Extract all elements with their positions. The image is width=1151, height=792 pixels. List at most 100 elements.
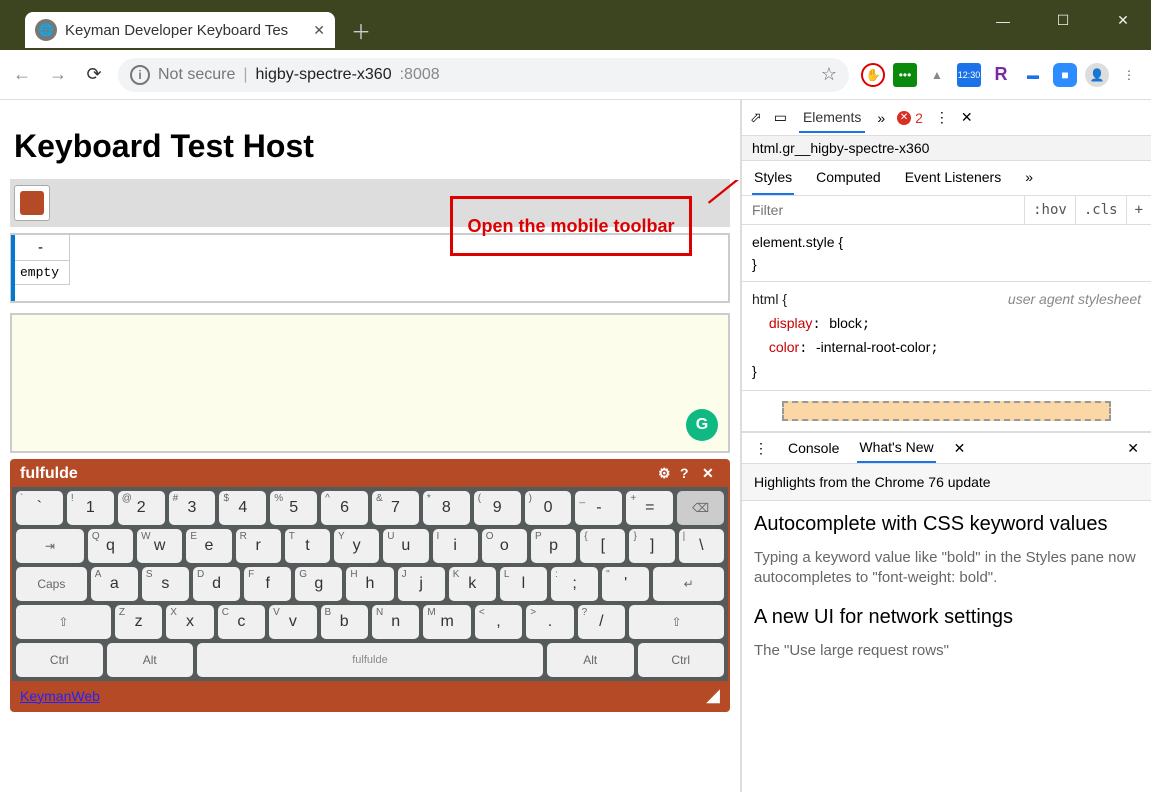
inspect-icon[interactable]: ⬀ xyxy=(750,109,762,126)
browser-menu-icon[interactable]: ⋮ xyxy=(1117,63,1141,87)
close-keyboard-icon[interactable]: ✕ xyxy=(702,465,720,483)
drawer-menu-icon[interactable]: ⋮ xyxy=(752,434,770,463)
key-6[interactable]: ^6 xyxy=(321,491,368,525)
shift-key-l[interactable]: ⇧ xyxy=(16,605,111,639)
key-w[interactable]: Ww xyxy=(137,529,182,563)
devtools-menu-icon[interactable]: ⋮ xyxy=(935,109,949,126)
shift-key[interactable]: ⇧ xyxy=(629,605,724,639)
gear-icon[interactable]: ⚙ xyxy=(658,465,676,483)
tab-event-listeners[interactable]: Event Listeners xyxy=(903,161,1004,195)
dom-breadcrumb[interactable]: html.gr__higby-spectre-x360 xyxy=(742,136,1151,161)
site-info-icon[interactable]: i xyxy=(130,65,150,85)
maximize-button[interactable]: ☐ xyxy=(1043,8,1083,33)
key-4[interactable]: $4 xyxy=(219,491,266,525)
key-n[interactable]: Nn xyxy=(372,605,419,639)
key-\[interactable]: |\ xyxy=(679,529,724,563)
tab-whats-new[interactable]: What's New xyxy=(857,433,935,463)
ctrl-key[interactable]: Ctrl xyxy=(16,643,103,677)
key-y[interactable]: Yy xyxy=(334,529,379,563)
key-f[interactable]: Ff xyxy=(244,567,291,601)
textarea[interactable]: G xyxy=(10,313,730,453)
key-x[interactable]: Xx xyxy=(166,605,213,639)
key-[[interactable]: {[ xyxy=(580,529,625,563)
keyman-tile-button[interactable] xyxy=(14,185,50,221)
drive-icon[interactable]: ▲ xyxy=(925,63,949,87)
style-rule-element[interactable]: element.style {} xyxy=(742,225,1151,282)
avatar-icon[interactable]: 👤 xyxy=(1085,63,1109,87)
key-/[interactable]: ?/ xyxy=(578,605,625,639)
key-j[interactable]: Jj xyxy=(398,567,445,601)
key-'[interactable]: "' xyxy=(602,567,649,601)
reload-button[interactable]: ⟳ xyxy=(82,64,106,85)
address-bar[interactable]: i Not secure | higby-spectre-x360:8008 ☆ xyxy=(118,58,849,92)
capslock-key[interactable]: Caps xyxy=(16,567,87,601)
bookmark-icon[interactable]: ☆ xyxy=(821,64,837,85)
ctrl-key-r[interactable]: Ctrl xyxy=(638,643,725,677)
space-key[interactable]: fulfulde xyxy=(197,643,543,677)
minimize-button[interactable]: — xyxy=(983,8,1023,33)
close-window-button[interactable]: ✕ xyxy=(1103,8,1143,33)
key-k[interactable]: Kk xyxy=(449,567,496,601)
browser-tab[interactable]: 🌐 Keyman Developer Keyboard Tes ✕ xyxy=(25,12,335,48)
key-d[interactable]: Dd xyxy=(193,567,240,601)
key-t[interactable]: Tt xyxy=(285,529,330,563)
more-style-tabs[interactable]: » xyxy=(1023,161,1035,195)
forward-button[interactable]: → xyxy=(46,64,70,85)
close-drawer-icon[interactable]: ✕ xyxy=(1125,434,1141,463)
key-7[interactable]: &7 xyxy=(372,491,419,525)
key-8[interactable]: *8 xyxy=(423,491,470,525)
key-2[interactable]: @2 xyxy=(118,491,165,525)
help-icon[interactable]: ? xyxy=(680,465,698,483)
tab-close-icon[interactable]: ✕ xyxy=(313,22,325,39)
key-b[interactable]: Bb xyxy=(321,605,368,639)
hov-button[interactable]: :hov xyxy=(1024,196,1075,224)
keymanweb-link[interactable]: KeymanWeb xyxy=(20,688,100,704)
extension-badge[interactable]: 12:30 xyxy=(957,63,981,87)
style-rule-html[interactable]: html {user agent stylesheet display: blo… xyxy=(742,282,1151,391)
key-a[interactable]: Aa xyxy=(91,567,138,601)
key-m[interactable]: Mm xyxy=(423,605,470,639)
grammarly-icon[interactable]: G xyxy=(686,409,718,441)
backspace-key[interactable]: ⌫ xyxy=(677,491,724,525)
key-s[interactable]: Ss xyxy=(142,567,189,601)
key-.[interactable]: >. xyxy=(526,605,573,639)
key-q[interactable]: Qq xyxy=(88,529,133,563)
close-whats-new-icon[interactable]: ✕ xyxy=(952,434,968,463)
key-u[interactable]: Uu xyxy=(383,529,428,563)
key-o[interactable]: Oo xyxy=(482,529,527,563)
key-5[interactable]: %5 xyxy=(270,491,317,525)
key-][interactable]: }] xyxy=(629,529,674,563)
ublock-icon[interactable]: ✋ xyxy=(861,63,885,87)
key-`[interactable]: `` xyxy=(16,491,63,525)
zoom-icon[interactable]: ■ xyxy=(1053,63,1077,87)
tab-console[interactable]: Console xyxy=(786,434,841,462)
key-0[interactable]: )0 xyxy=(525,491,572,525)
devtools-close-icon[interactable]: ✕ xyxy=(961,109,973,126)
add-rule-button[interactable]: + xyxy=(1126,196,1151,224)
error-count[interactable]: ✕2 xyxy=(897,110,923,126)
extension-r-icon[interactable]: R xyxy=(989,63,1013,87)
new-tab-button[interactable]: ＋ xyxy=(347,16,375,44)
lastpass-icon[interactable]: ••• xyxy=(893,63,917,87)
key-l[interactable]: Ll xyxy=(500,567,547,601)
key-1[interactable]: !1 xyxy=(67,491,114,525)
more-tabs-icon[interactable]: » xyxy=(877,110,885,126)
chat-icon[interactable]: ▬ xyxy=(1021,63,1045,87)
key-,[interactable]: <, xyxy=(475,605,522,639)
key-r[interactable]: Rr xyxy=(236,529,281,563)
enter-key[interactable]: ↵ xyxy=(653,567,724,601)
alt-key-r[interactable]: Alt xyxy=(547,643,634,677)
tab-computed[interactable]: Computed xyxy=(814,161,883,195)
alt-key[interactable]: Alt xyxy=(107,643,194,677)
key--[interactable]: _- xyxy=(575,491,622,525)
resize-handle-icon[interactable]: ◢ xyxy=(706,685,720,706)
key-g[interactable]: Gg xyxy=(295,567,342,601)
key-p[interactable]: Pp xyxy=(531,529,576,563)
tab-elements[interactable]: Elements xyxy=(799,103,865,133)
tab-key[interactable]: ⇥ xyxy=(16,529,84,563)
key-e[interactable]: Ee xyxy=(186,529,231,563)
key-v[interactable]: Vv xyxy=(269,605,316,639)
key-3[interactable]: #3 xyxy=(169,491,216,525)
device-toolbar-icon[interactable]: ▭ xyxy=(774,109,787,126)
key-c[interactable]: Cc xyxy=(218,605,265,639)
